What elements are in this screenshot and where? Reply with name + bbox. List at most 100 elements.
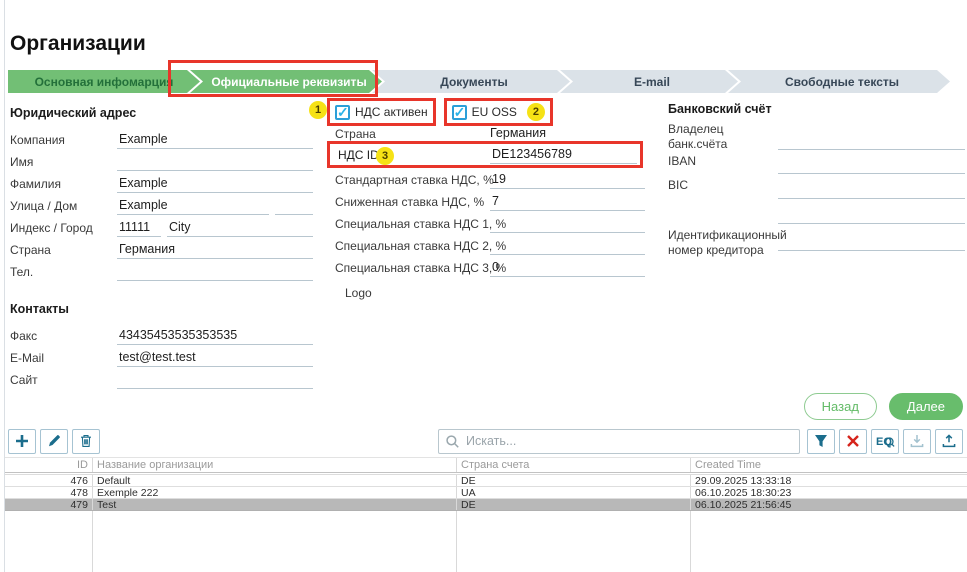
table-row-selected[interactable]: 479 Test DE 06.10.2025 21:56:45: [5, 499, 967, 511]
clear-filter-button[interactable]: [839, 429, 867, 454]
annotation-box-eu-oss: EU OSS 2: [444, 98, 553, 126]
form-row: E-Mail: [10, 348, 313, 370]
city-input[interactable]: [167, 218, 313, 237]
site-input[interactable]: [117, 370, 313, 389]
annotation-badge-3: 3: [376, 147, 394, 165]
creditor-id-input[interactable]: [778, 235, 965, 251]
plus-icon: [15, 434, 29, 448]
form-row: Индекс / Город: [10, 218, 313, 240]
import-button[interactable]: [935, 429, 963, 454]
cell-name: Test: [92, 499, 456, 510]
form-row: Специальная ставка НДС 3, %: [330, 258, 648, 280]
pencil-icon: [47, 434, 61, 448]
table-row[interactable]: 478 Exemple 222 UA 06.10.2025 18:30:23: [5, 487, 967, 499]
field-label: Имя: [10, 152, 117, 169]
field-label: BIC: [668, 176, 778, 193]
house-number-input[interactable]: [275, 196, 313, 215]
cell-created: 29.09.2025 13:33:18: [690, 475, 967, 486]
eu-oss-checkbox[interactable]: [452, 105, 467, 120]
field-label: НДС ID: [338, 148, 379, 162]
tab-label: E-mail: [634, 75, 670, 89]
wizard-tabs: Основная инфомарция Официальные реквизит…: [8, 70, 950, 93]
field-label: Факс: [10, 326, 117, 343]
column-search-button[interactable]: EQ: [871, 429, 899, 454]
standard-vat-rate-input[interactable]: [490, 170, 645, 189]
reduced-vat-rate-input[interactable]: [490, 192, 645, 211]
form-row: Стандартная ставка НДС, %: [330, 170, 648, 192]
column-header-country[interactable]: Страна счета: [456, 458, 690, 472]
tab-email[interactable]: E-mail: [560, 70, 738, 93]
field-label: Страна: [335, 127, 376, 141]
tab-free-texts[interactable]: Свободные тексты: [728, 70, 950, 93]
download-icon: [910, 434, 924, 448]
empty-cell: [456, 511, 690, 572]
tab-official-details[interactable]: Официальные реквизиты: [190, 70, 382, 93]
fax-input[interactable]: [117, 326, 313, 345]
field-label: Страна: [10, 240, 117, 257]
cell-id: 476: [5, 475, 92, 486]
page-title: Организации: [10, 32, 146, 56]
email-input[interactable]: [117, 348, 313, 367]
special-vat-rate3-input[interactable]: [490, 258, 645, 277]
iban-input[interactable]: [778, 155, 965, 174]
empty-cell: [5, 511, 92, 572]
section-title: Контакты: [10, 302, 313, 318]
list-toolbar: EQ: [8, 428, 963, 454]
country-input[interactable]: [117, 240, 313, 259]
vat-id-input[interactable]: [490, 145, 637, 164]
first-name-input[interactable]: [117, 152, 313, 171]
cell-created: 06.10.2025 18:30:23: [690, 487, 967, 498]
empty-cell: [690, 511, 967, 572]
form-row: IBAN: [668, 152, 965, 176]
last-name-input[interactable]: [117, 174, 313, 193]
company-input[interactable]: [117, 130, 313, 149]
street-input[interactable]: [117, 196, 269, 215]
field-label: Сайт: [10, 370, 117, 387]
table-row[interactable]: 476 Default DE 29.09.2025 13:33:18: [5, 475, 967, 487]
section-title: Юридический адрес: [10, 106, 313, 122]
column-header-name[interactable]: Название организации: [92, 458, 456, 472]
annotation-badge-1: 1: [309, 101, 327, 119]
tab-main-info[interactable]: Основная инфомарция: [8, 70, 200, 93]
form-row: Факс: [10, 326, 313, 348]
form-row: Тел.: [10, 262, 313, 284]
field-label: Тел.: [10, 262, 117, 279]
special-vat-rate1-input[interactable]: [490, 214, 645, 233]
tab-label: Документы: [440, 75, 507, 89]
form-row: Улица / Дом: [10, 196, 313, 218]
bank-extra-input[interactable]: [778, 205, 965, 224]
field-label: Фамилия: [10, 174, 117, 191]
zip-input[interactable]: [117, 218, 161, 237]
vat-active-checkbox[interactable]: [335, 105, 350, 120]
tab-documents[interactable]: Документы: [372, 70, 570, 93]
phone-input[interactable]: [117, 262, 313, 281]
form-row: Идентификационный номер кредитора: [668, 226, 965, 260]
form-row: Фамилия: [10, 174, 313, 196]
field-label: Компания: [10, 130, 117, 147]
tab-label: Официальные реквизиты: [211, 75, 366, 89]
cell-country: DE: [456, 499, 690, 510]
filter-button[interactable]: [807, 429, 835, 454]
field-label: Специальная ставка НДС 2, %: [335, 239, 506, 253]
empty-cell: [92, 511, 456, 572]
next-button[interactable]: Далее: [889, 393, 963, 420]
bank-owner-input[interactable]: [778, 131, 965, 150]
annotation-box-vat-active: 1 НДС активен: [327, 98, 436, 126]
annotation-badge-2: 2: [527, 103, 545, 121]
delete-button[interactable]: [72, 429, 100, 454]
vat-active-label: НДС активен: [355, 105, 428, 119]
form-row: Страна: [10, 240, 313, 262]
special-vat-rate2-input[interactable]: [490, 236, 645, 255]
column-header-created[interactable]: Created Time: [690, 458, 967, 472]
search-input[interactable]: [466, 434, 793, 448]
back-button[interactable]: Назад: [804, 393, 877, 420]
vat-country-value[interactable]: Германия: [490, 126, 546, 140]
cell-name: Default: [92, 475, 456, 486]
bic-input[interactable]: [778, 180, 965, 199]
add-button[interactable]: [8, 429, 36, 454]
column-header-id[interactable]: ID: [5, 458, 92, 472]
wizard-nav-buttons: Назад Далее: [804, 393, 963, 420]
form-row: BIC: [668, 176, 965, 201]
edit-button[interactable]: [40, 429, 68, 454]
export-button[interactable]: [903, 429, 931, 454]
